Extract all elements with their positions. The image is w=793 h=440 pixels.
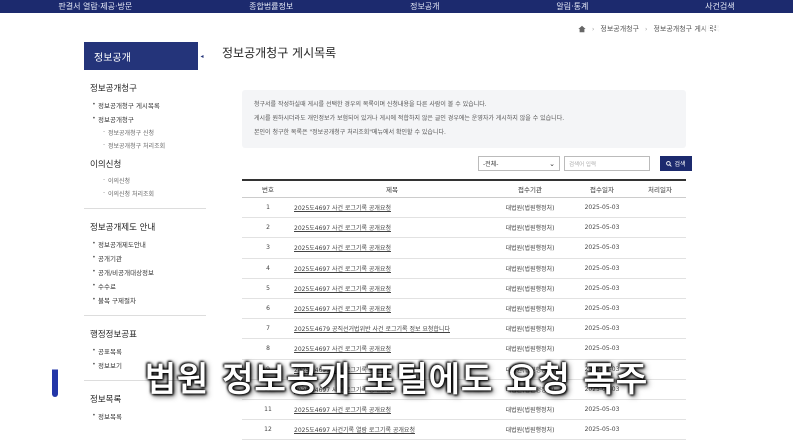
table-row: 4 2025도4697 사건 로그기록 공개요청 대법원(법원행정처) 2025-05… <box>242 259 686 279</box>
cell-number: 1 <box>266 204 270 212</box>
cell-received-date: 2025-05-03 <box>584 426 620 434</box>
cell-title-link[interactable]: 2025도4697 사건 로그기록 공개요청 <box>294 304 490 313</box>
cell-number: 2 <box>266 224 270 232</box>
cell-agency: 대법원(법원행정처) <box>505 245 555 253</box>
menu-item[interactable]: 수수료 <box>84 279 206 293</box>
cell-title-link[interactable]: 2025도4697 사건 로그기록 공개요청 <box>294 243 490 252</box>
cell-title-link[interactable]: 2025도4697 사건 로그기록 공개요청 <box>294 203 490 212</box>
menu-item[interactable]: 공개기관 <box>84 251 206 265</box>
cell-title-link[interactable]: 2025도4697 사건 로그기록 공개요청 <box>294 223 490 232</box>
table-row: 6 2025도4697 사건 로그기록 공개요청 대법원(법원행정처) 2025-05… <box>242 299 686 320</box>
table-header: 번호 제목 접수기관 접수일자 처리일자 <box>242 179 686 198</box>
divider <box>84 208 206 209</box>
cell-received-date: 2025-05-03 <box>584 325 620 333</box>
table-row: 3 2025도4697 사건 로그기록 공개요청 대법원(법원행정처) 2025-05… <box>242 238 686 259</box>
notice-box: 청구서를 작성하실때 게시를 선택한 경우의 목록이며 신청내용을 다른 사람이… <box>242 90 686 148</box>
cell-number: 5 <box>266 284 270 292</box>
menu-item[interactable]: 정보목록 <box>84 409 206 423</box>
table-row: 2 2025도4697 사건 로그기록 공개요청 대법원(법원행정처) 2025-05… <box>242 218 686 239</box>
sidebar-title[interactable]: 정보공개 ◂ <box>84 42 206 70</box>
caret-left-icon: ◂ <box>198 42 206 70</box>
cell-title-link[interactable]: 2025도4697 사건 로그기록 공개요청 <box>294 264 490 273</box>
breadcrumb-item[interactable]: 정보공개청구 <box>600 24 639 34</box>
cell-number: 7 <box>266 325 270 333</box>
menu-item[interactable]: 정보공개청구 <box>84 112 206 126</box>
cell-title-link[interactable]: 2025도4697 사건기록 열람 로그기록 공개요청 <box>294 425 490 434</box>
cell-title-link[interactable]: 2025도4679 공직선거법위반 사건 로그기록 정보 요청합니다 <box>294 324 490 333</box>
table-body: 1 2025도4697 사건 로그기록 공개요청 대법원(법원행정처) 2025-05… <box>242 198 686 440</box>
top-navigation: 판결서 열람·제공·방문 종합법률정보 정보공개 알림·통계 사건검색 <box>0 0 793 13</box>
nav-item-info-disclosure[interactable]: 정보공개 <box>410 2 439 11</box>
cell-number: 3 <box>266 244 270 252</box>
news-caption: 법원 정보공개 포털에도 요청 폭주 <box>144 360 649 400</box>
page-title: 정보공개청구 게시목록 <box>222 46 337 60</box>
menu-subitem[interactable]: 이의신청 처리조회 <box>84 187 206 200</box>
column-header-agency: 접수기관 <box>518 186 542 194</box>
cell-number: 11 <box>264 405 272 413</box>
breadcrumb: › 정보공개청구 › 정보공개청구 게시목록 <box>578 24 720 34</box>
menu-item[interactable]: 정보공개제도안내 <box>84 237 206 251</box>
divider <box>84 315 206 316</box>
nav-item-case-search[interactable]: 사건검색 <box>705 2 734 11</box>
cell-agency: 대법원(법원행정처) <box>505 406 555 414</box>
cell-agency: 대법원(법원행정처) <box>505 205 555 213</box>
chevron-right-icon: › <box>592 25 595 33</box>
column-header-processed-date: 처리일자 <box>648 186 672 194</box>
cell-title-link[interactable]: 2025도4697 사건 로그기록 공개요청 <box>294 405 490 414</box>
menu-subitem[interactable]: 정보공개청구 신청 <box>84 126 206 139</box>
menu-subitem[interactable]: 정보공개청구 처리조회 <box>84 139 206 152</box>
column-header-title: 제목 <box>386 186 398 194</box>
nav-item-legal-info[interactable]: 종합법률정보 <box>249 2 293 11</box>
cell-number: 4 <box>266 264 270 272</box>
menu-item[interactable]: 공개/비공개대상정보 <box>84 265 206 279</box>
menu-section-objection: 이의신청 이의신청 이의신청 처리조회 <box>84 154 206 200</box>
cell-agency: 대법원(법원행정처) <box>505 427 555 435</box>
search-bar: -전체- ⌄ 검색어 입력 검색 <box>478 156 692 171</box>
menu-section-title[interactable]: 행정정보공표 <box>84 324 206 344</box>
search-scope-select[interactable]: -전체- ⌄ <box>478 156 560 171</box>
cell-received-date: 2025-05-03 <box>584 284 620 292</box>
mbc-logo <box>706 19 766 44</box>
table-row: 1 2025도4697 사건 로그기록 공개요청 대법원(법원행정처) 2025-05… <box>242 198 686 219</box>
search-icon <box>666 160 673 167</box>
nav-item-notice-stats[interactable]: 알림·통계 <box>556 2 588 11</box>
cell-received-date: 2025-05-03 <box>584 305 620 313</box>
column-header-number: 번호 <box>262 186 274 194</box>
cell-received-date: 2025-05-03 <box>584 204 620 212</box>
cell-agency: 대법원(법원행정처) <box>505 306 555 314</box>
home-icon[interactable] <box>578 25 586 33</box>
cell-received-date: 2025-05-03 <box>584 244 620 252</box>
table-row: 7 2025도4679 공직선거법위반 사건 로그기록 정보 요청합니다 대법원(법… <box>242 319 686 340</box>
cell-agency: 대법원(법원행정처) <box>505 225 555 233</box>
column-header-received-date: 접수일자 <box>590 186 614 194</box>
cell-agency: 대법원(법원행정처) <box>505 326 555 334</box>
cell-received-date: 2025-05-03 <box>584 224 620 232</box>
cell-received-date: 2025-05-03 <box>584 264 620 272</box>
menu-section-disclosure-request: 정보공개청구 정보공개청구 게시목록 정보공개청구 정보공개청구 신청 정보공개… <box>84 78 206 152</box>
notice-text: 게시를 원하시더라도 개인정보가 보험되어 있거나 게시에 적합하지 않은 글인… <box>254 115 565 122</box>
menu-section-title[interactable]: 이의신청 <box>84 154 206 174</box>
search-input[interactable]: 검색어 입력 <box>564 156 650 171</box>
search-button[interactable]: 검색 <box>660 156 692 171</box>
notice-text: 본인이 청구한 목록은 "정보공개청구 처리조회"메뉴에서 확인할 수 있습니다… <box>254 129 446 136</box>
table-row: 11 2025도4697 사건 로그기록 공개요청 대법원(법원행정처) 2025-0… <box>242 400 686 421</box>
cell-number: 6 <box>266 305 270 313</box>
menu-section-system-guide: 정보공개제도 안내 정보공개제도안내 공개기관 공개/비공개대상정보 수수료 불… <box>84 217 206 307</box>
nav-item-judgment[interactable]: 판결서 열람·제공·방문 <box>58 2 132 11</box>
chevron-right-icon: › <box>645 25 648 33</box>
cell-agency: 대법원(법원행정처) <box>505 265 555 273</box>
menu-item[interactable]: 불복 구제절차 <box>84 293 206 307</box>
cell-number: 12 <box>264 426 272 434</box>
cell-agency: 대법원(법원행정처) <box>505 285 555 293</box>
menu-subitem[interactable]: 이의신청 <box>84 174 206 187</box>
table-row: 12 2025도4697 사건기록 열람 로그기록 공개요청 대법원(법원행정처) 2… <box>242 420 686 440</box>
cell-received-date: 2025-05-03 <box>584 405 620 413</box>
cell-title-link[interactable]: 2025도4697 사건 로그기록 공개요청 <box>294 284 490 293</box>
chevron-down-icon: ⌄ <box>549 159 555 168</box>
menu-section-title[interactable]: 정보공개제도 안내 <box>84 217 206 237</box>
menu-item[interactable]: 정보공개청구 게시목록 <box>84 98 206 112</box>
table-row: 5 2025도4697 사건 로그기록 공개요청 대법원(법원행정처) 2025-05… <box>242 279 686 299</box>
menu-section-title[interactable]: 정보공개청구 <box>84 78 206 98</box>
notice-text: 청구서를 작성하실때 게시를 선택한 경우의 목록이며 신청내용을 다른 사람이… <box>254 101 487 108</box>
